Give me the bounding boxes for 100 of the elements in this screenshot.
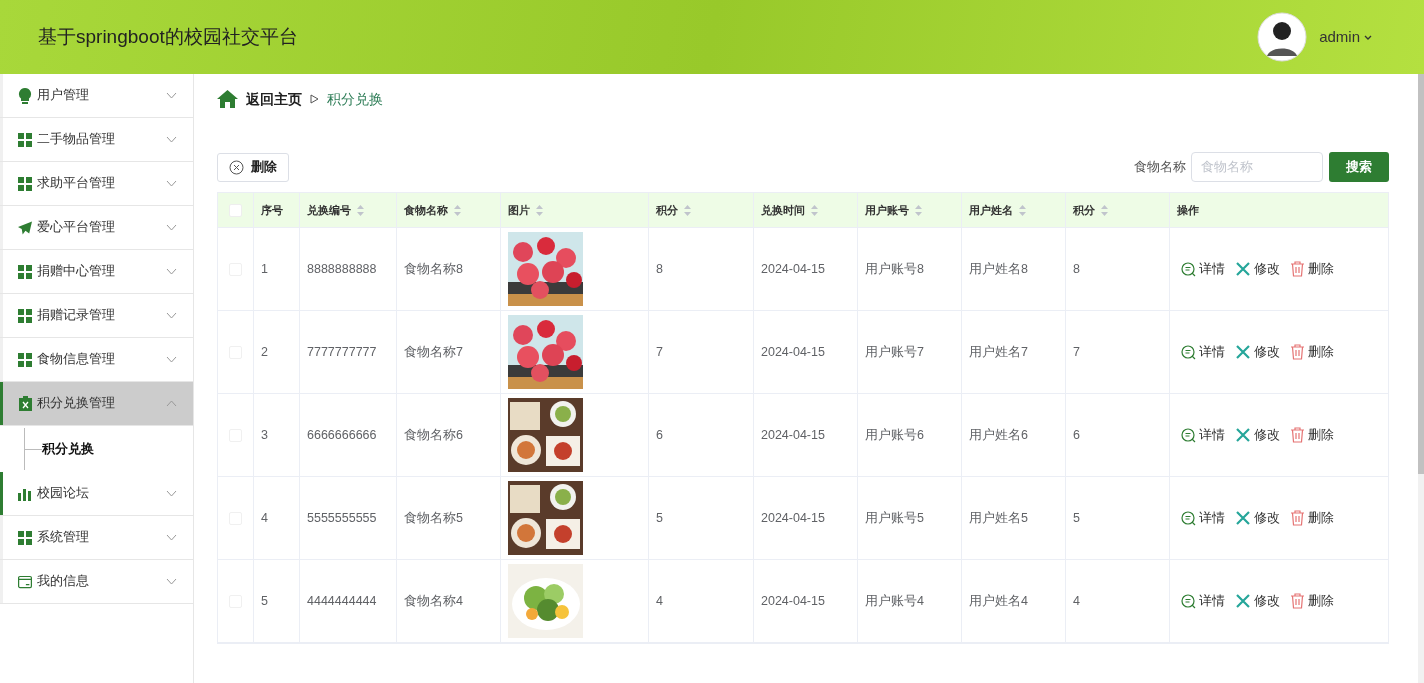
search-document-icon <box>1181 427 1196 443</box>
table-cell-text: 用户姓名5 <box>969 509 1028 527</box>
breadcrumb-arrow-icon <box>310 94 319 104</box>
breadcrumb-current: 积分兑换 <box>327 89 383 109</box>
sort-icon[interactable] <box>454 204 461 216</box>
column-title: 图片 <box>508 202 530 218</box>
delete-button[interactable]: 删除 <box>1290 342 1334 362</box>
table-cell-text: 2024-04-15 <box>761 426 825 444</box>
table-cell-text: 6 <box>656 426 663 444</box>
column-header[interactable]: 操作 <box>1170 193 1388 227</box>
menu-label: 捐赠记录管理 <box>37 307 116 325</box>
edit-button[interactable]: 修改 <box>1235 342 1280 362</box>
home-link[interactable]: 返回主页 <box>246 88 302 110</box>
table-cell-text: 7 <box>656 343 663 361</box>
column-header[interactable]: 图片 <box>501 193 649 227</box>
delete-button[interactable]: 删除 <box>217 152 289 182</box>
delete-button[interactable]: 删除 <box>1290 591 1334 611</box>
table-cell-text: 食物名称5 <box>404 509 463 527</box>
table-cell-text: 食物名称6 <box>404 426 463 444</box>
detail-button[interactable]: 详情 <box>1181 591 1225 611</box>
delete-button[interactable]: 删除 <box>1290 508 1334 528</box>
edit-button[interactable]: 修改 <box>1235 425 1280 445</box>
trash-icon <box>1290 510 1305 526</box>
column-header[interactable]: 用户账号 <box>858 193 962 227</box>
search-label: 食物名称 <box>1134 158 1186 176</box>
detail-button[interactable]: 详情 <box>1181 508 1225 528</box>
column-header[interactable]: 食物名称 <box>397 193 501 227</box>
table-cell-text: 食物名称8 <box>404 260 463 278</box>
sort-icon[interactable] <box>536 204 543 216</box>
delete-button[interactable]: 删除 <box>1290 425 1334 445</box>
table-cell-text: 7777777777 <box>307 343 377 361</box>
column-header[interactable]: 积分 <box>649 193 754 227</box>
sort-icon[interactable] <box>811 204 818 216</box>
trash-icon <box>1290 593 1305 609</box>
sidebar-item[interactable]: 积分兑换管理 <box>3 382 193 425</box>
sort-icon[interactable] <box>915 204 922 216</box>
column-title: 序号 <box>261 202 283 218</box>
search-document-icon <box>1181 344 1196 360</box>
clipboard-icon <box>18 396 32 411</box>
menu-label: 二手物品管理 <box>37 131 116 149</box>
table-cell-text: 4 <box>1073 592 1080 610</box>
search-field[interactable]: 食物名称 <box>1191 152 1323 182</box>
app-title: 基于springboot的校园社交平台 <box>38 24 298 49</box>
edit-button[interactable]: 修改 <box>1235 591 1280 611</box>
table-cell-text: 2024-04-15 <box>761 343 825 361</box>
menu-label: 系统管理 <box>37 529 90 547</box>
column-header[interactable]: 用户姓名 <box>962 193 1066 227</box>
sort-icon[interactable] <box>684 204 691 216</box>
search-button[interactable]: 搜索 <box>1329 152 1389 182</box>
grid-icon <box>18 352 32 367</box>
table-cell-text: 5555555555 <box>307 509 377 527</box>
card-icon <box>18 574 32 589</box>
menu-label: 捐赠中心管理 <box>37 263 116 281</box>
column-header[interactable]: 兑换时间 <box>754 193 858 227</box>
grid-icon <box>18 132 32 147</box>
column-title: 积分 <box>1073 202 1095 218</box>
submenu-item[interactable]: 积分兑换 <box>42 439 94 459</box>
detail-button[interactable]: 详情 <box>1181 425 1225 445</box>
table-cell-text: 5 <box>1073 509 1080 527</box>
table-cell-text: 食物名称7 <box>404 343 463 361</box>
menu-label: 求助平台管理 <box>37 175 116 193</box>
sort-icon[interactable] <box>1101 204 1108 216</box>
user-menu[interactable]: admin <box>1319 25 1372 49</box>
detail-button[interactable]: 详情 <box>1181 342 1225 362</box>
delete-button[interactable]: 删除 <box>1290 259 1334 279</box>
sort-icon[interactable] <box>1019 204 1026 216</box>
table-cell-text: 用户姓名8 <box>969 260 1028 278</box>
column-header[interactable]: 序号 <box>254 193 300 227</box>
table-cell-text: 4444444444 <box>307 592 377 610</box>
table-cell-text: 7 <box>1073 343 1080 361</box>
search-document-icon <box>1181 510 1196 526</box>
table-cell-text: 5 <box>656 509 663 527</box>
bar-chart-icon <box>18 486 32 501</box>
avatar[interactable] <box>1257 12 1308 62</box>
detail-button[interactable]: 详情 <box>1181 259 1225 279</box>
table-cell-text: 6 <box>1073 426 1080 444</box>
scrollbar[interactable] <box>1418 74 1424 683</box>
sort-icon[interactable] <box>357 204 364 216</box>
search-document-icon <box>1181 593 1196 609</box>
table-cell-text: 6666666666 <box>307 426 377 444</box>
trash-icon <box>1290 344 1305 360</box>
column-title: 兑换编号 <box>307 202 351 218</box>
column-header[interactable]: 积分 <box>1066 193 1170 227</box>
select-all-checkbox[interactable] <box>229 203 242 217</box>
column-title: 用户姓名 <box>969 202 1013 218</box>
edit-button[interactable]: 修改 <box>1235 259 1280 279</box>
menu-label: 用户管理 <box>37 87 90 105</box>
table-cell-text: 2024-04-15 <box>761 260 825 278</box>
menu-label: 食物信息管理 <box>37 351 116 369</box>
home-icon[interactable] <box>217 90 238 108</box>
table-cell-text: 用户姓名4 <box>969 592 1028 610</box>
table-cell-text: 用户账号4 <box>865 592 924 610</box>
menu-label: 校园论坛 <box>37 485 90 503</box>
table-cell-text: 用户账号5 <box>865 509 924 527</box>
edit-button[interactable]: 修改 <box>1235 508 1280 528</box>
table-cell-text: 用户账号7 <box>865 343 924 361</box>
table-cell-text: 4 <box>261 509 268 527</box>
trash-icon <box>1290 427 1305 443</box>
menu-label: 积分兑换管理 <box>37 395 116 413</box>
column-header[interactable]: 兑换编号 <box>300 193 397 227</box>
